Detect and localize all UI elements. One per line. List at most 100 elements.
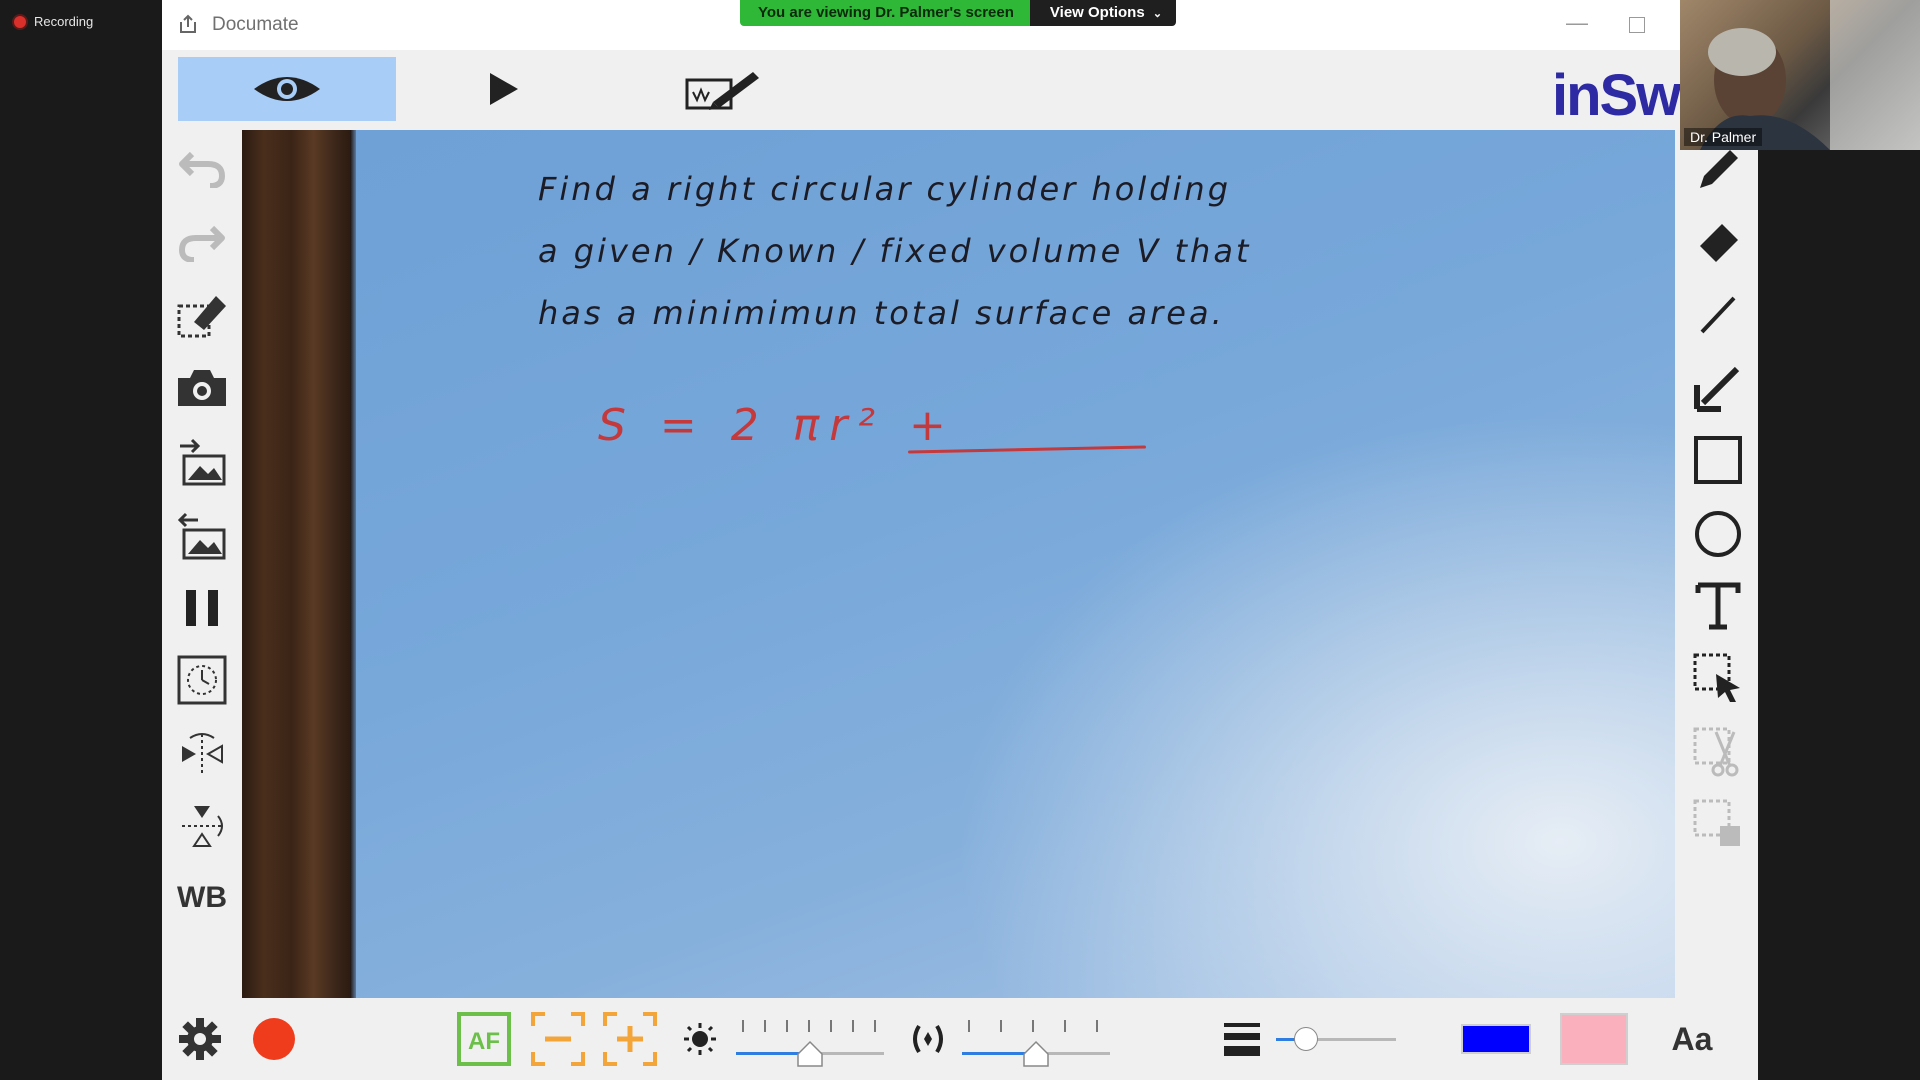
camera-view[interactable]: Find a right circular cylinder holding a…	[242, 130, 1675, 998]
clear-annotation-icon	[177, 296, 226, 338]
brightness-slider[interactable]	[732, 998, 886, 1080]
af-label: AF	[468, 1028, 500, 1055]
redo-button[interactable]	[174, 212, 230, 268]
recording-label: Recording	[34, 14, 94, 29]
font-label: Aa	[1671, 1020, 1713, 1057]
snapshot-button[interactable]	[174, 360, 230, 416]
select-icon	[1693, 653, 1740, 702]
timer-icon	[177, 655, 227, 705]
zoom-out-button[interactable]	[530, 1010, 586, 1068]
import-image-icon	[180, 438, 226, 486]
flip-horizontal-button[interactable]	[174, 726, 230, 782]
zoom-in-icon	[603, 1012, 657, 1066]
app-icon	[180, 14, 196, 33]
zoom-in-button[interactable]	[602, 1010, 658, 1068]
rectangle-tool[interactable]	[1686, 428, 1750, 492]
undo-button[interactable]	[174, 138, 230, 194]
view-options-label: View Options	[1049, 4, 1145, 21]
whiteboard-line-2: a given / Known / fixed volume V that	[538, 232, 1252, 270]
clear-annotation-button[interactable]	[174, 286, 230, 342]
brightness-slider-thumb[interactable]	[796, 1040, 824, 1068]
pen-annotate-icon	[685, 72, 759, 110]
chevron-down-icon: ⌄	[1152, 8, 1163, 20]
zoom-out-icon	[531, 1012, 585, 1066]
fill-color-button[interactable]	[1558, 1010, 1630, 1068]
contrast-icon-wrap	[906, 1010, 950, 1068]
text-icon	[1695, 582, 1741, 630]
documate-window: Documate — inSwo WB Find a right circula…	[162, 0, 1758, 1080]
eraser-tool[interactable]	[1686, 210, 1750, 274]
whiteboard-line-3: has a minimimun total surface area.	[538, 294, 1225, 332]
bottom-toolbar: AF Aa	[162, 998, 1758, 1080]
participant-name: Dr. Palmer	[1684, 128, 1763, 146]
arrow-tool[interactable]	[1686, 356, 1750, 420]
circle-tool[interactable]	[1686, 502, 1750, 566]
whiteboard-button[interactable]: WB	[174, 870, 230, 926]
maximize-button[interactable]	[1622, 10, 1652, 40]
tab-annotate[interactable]	[614, 57, 832, 121]
desk-edge-shadow	[350, 130, 356, 998]
pause-icon	[186, 590, 218, 626]
arrow-icon	[1694, 366, 1740, 412]
flip-vertical-button[interactable]	[174, 798, 230, 854]
timer-button[interactable]	[174, 652, 230, 708]
minimize-button[interactable]: —	[1562, 10, 1592, 40]
recording-indicator: Recording	[14, 14, 93, 29]
autofocus-button[interactable]: AF	[456, 1010, 512, 1068]
font-button[interactable]: Aa	[1662, 1010, 1722, 1068]
cut-icon	[1693, 727, 1739, 777]
record-button[interactable]	[246, 1010, 302, 1068]
brightness-icon-wrap	[680, 1010, 720, 1068]
circle-icon	[1695, 511, 1741, 557]
eraser-icon	[1700, 224, 1738, 262]
flip-horizontal-icon	[182, 733, 223, 774]
record-icon	[253, 1018, 295, 1060]
share-banner-text: You are viewing Dr. Palmer's screen	[740, 0, 1030, 26]
line-width-icon	[1224, 1023, 1260, 1056]
tab-view[interactable]	[178, 57, 396, 121]
copy-icon	[1693, 799, 1740, 846]
gear-icon	[179, 1018, 221, 1060]
play-icon	[490, 73, 518, 105]
recording-dot-icon	[14, 15, 26, 28]
participant-video[interactable]: Dr. Palmer	[1680, 0, 1920, 150]
app-title: Documate	[212, 14, 299, 35]
brightness-icon	[684, 1023, 716, 1055]
pause-button[interactable]	[174, 580, 230, 636]
share-banner: You are viewing Dr. Palmer's screen View…	[740, 0, 1178, 26]
pen-color-button[interactable]	[1460, 1010, 1532, 1068]
whiteboard-line-1: Find a right circular cylinder holding	[538, 170, 1232, 208]
line-width-slider-thumb[interactable]	[1294, 1027, 1318, 1051]
rectangle-icon	[1694, 436, 1742, 484]
line-width-icon-wrap	[1220, 1010, 1264, 1068]
line-width-slider[interactable]	[1274, 998, 1398, 1080]
contrast-slider-thumb[interactable]	[1022, 1040, 1050, 1068]
fill-color-swatch	[1560, 1013, 1628, 1065]
select-tool[interactable]	[1686, 646, 1750, 710]
settings-button[interactable]	[172, 1010, 228, 1068]
cut-tool[interactable]	[1686, 720, 1750, 784]
copy-tool[interactable]	[1686, 792, 1750, 856]
contrast-slider[interactable]	[958, 998, 1112, 1080]
export-image-button[interactable]	[174, 508, 230, 564]
line-tool[interactable]	[1686, 282, 1750, 346]
undo-icon	[179, 151, 226, 188]
camera-icon	[178, 370, 226, 406]
contrast-icon	[913, 1024, 943, 1054]
desk-edge	[242, 130, 352, 998]
whiteboard-label: WB	[177, 881, 227, 914]
pen-color-swatch	[1461, 1024, 1531, 1054]
export-image-icon	[177, 512, 226, 560]
pen-icon	[1700, 150, 1738, 188]
view-options-button[interactable]: View Options ⌄	[1029, 0, 1177, 26]
flip-vertical-icon	[182, 806, 223, 847]
autofocus-icon: AF	[457, 1012, 511, 1066]
text-tool[interactable]	[1686, 574, 1750, 638]
redo-icon	[178, 225, 225, 262]
mode-bar: inSwo	[162, 50, 1758, 130]
import-image-button[interactable]	[174, 434, 230, 490]
tab-playback[interactable]	[394, 57, 612, 121]
eye-icon	[254, 77, 320, 101]
whiteboard-equation: S = 2 πr² +	[598, 400, 956, 451]
line-icon	[1700, 296, 1736, 334]
